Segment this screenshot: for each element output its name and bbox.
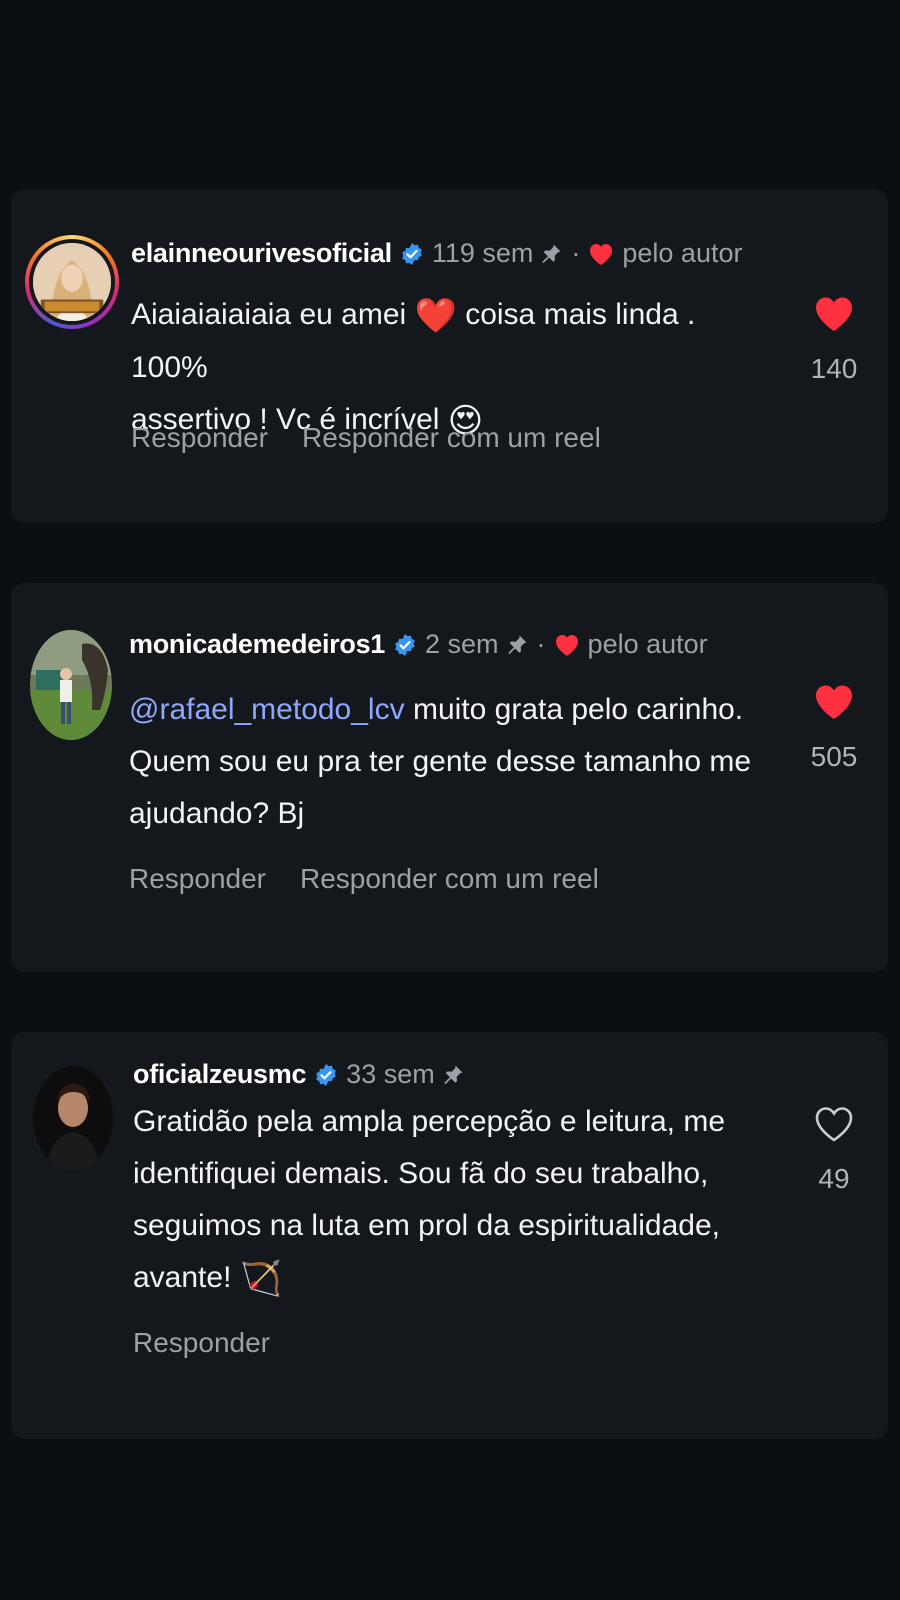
- comment-header: monicademedeiros1 2 sem · pelo autor: [129, 629, 708, 660]
- liked-by-author-label: pelo autor: [587, 629, 708, 659]
- comment-text-line: Aiaiaiaiaiaia eu amei: [131, 298, 407, 331]
- comment-text-line: avante!: [133, 1261, 232, 1294]
- avatar[interactable]: [33, 1066, 113, 1170]
- reply-with-reel-button[interactable]: Responder com um reel: [300, 863, 599, 895]
- comment-text-line: Gratidão pela ampla percepção e leitura,…: [133, 1105, 726, 1138]
- comment-actions: Responder Responder com um reel: [131, 422, 601, 454]
- comment-text: Gratidão pela ampla percepção e leitura,…: [133, 1096, 793, 1305]
- comment-header: oficialzeusmc 33 sem: [133, 1059, 465, 1090]
- like-count: 505: [810, 741, 858, 772]
- like-count: 140: [810, 353, 858, 384]
- comment-text-line: identifiquei demais. Sou fã do seu traba…: [133, 1157, 709, 1190]
- comment-time: 33 sem: [346, 1059, 435, 1089]
- pin-icon: [507, 635, 527, 654]
- username[interactable]: oficialzeusmc: [133, 1059, 306, 1090]
- pin-icon: [542, 244, 561, 263]
- comment-card: oficialzeusmc 33 sem Gratidão pela ampla…: [11, 1032, 888, 1439]
- comment-time: 119 sem: [431, 238, 534, 268]
- username[interactable]: elainneourivesoficial: [131, 238, 392, 269]
- comment-card: monicademedeiros1 2 sem · pelo autor @ra…: [11, 583, 888, 972]
- avatar[interactable]: [30, 630, 112, 740]
- bow-and-arrow-emoji: 🏹: [239, 1260, 283, 1298]
- like-control: 49: [806, 1105, 862, 1195]
- comment-text-line: ajudando? Bj: [129, 797, 305, 830]
- comment-text-line: muito grata pelo carinho.: [412, 693, 744, 726]
- like-control: 140: [806, 295, 862, 385]
- comment-header: elainneourivesoficial 119 sem · pelo aut…: [131, 238, 742, 269]
- separator: ·: [571, 238, 581, 268]
- username[interactable]: monicademedeiros1: [129, 629, 385, 660]
- comment-actions: Responder Responder com um reel: [129, 863, 599, 895]
- separator: ·: [536, 629, 546, 659]
- like-count: 49: [818, 1163, 850, 1194]
- liked-by-author-label: pelo autor: [622, 238, 743, 268]
- comment-actions: Responder: [133, 1327, 270, 1359]
- author-heart-icon: [590, 243, 613, 265]
- comment-text: @rafael_metodo_lcv muito grata pelo cari…: [129, 684, 769, 840]
- avatar[interactable]: [33, 243, 111, 321]
- comment-text-line: Quem sou eu pra ter gente desse tamanho …: [129, 745, 752, 778]
- story-ring[interactable]: [25, 235, 119, 329]
- comment-card: elainneourivesoficial 119 sem · pelo aut…: [11, 189, 888, 523]
- author-heart-icon: [555, 634, 578, 656]
- red-heart-emoji: ❤️: [414, 297, 457, 335]
- comment-time: 2 sem: [425, 629, 499, 659]
- reply-button[interactable]: Responder: [129, 863, 266, 895]
- heart-filled-icon[interactable]: [814, 683, 854, 721]
- heart-filled-icon[interactable]: [814, 295, 854, 333]
- reply-button[interactable]: Responder: [133, 1327, 270, 1359]
- reply-button[interactable]: Responder: [131, 422, 268, 454]
- mention-link[interactable]: @rafael_metodo_lcv: [129, 693, 405, 726]
- reply-with-reel-button[interactable]: Responder com um reel: [302, 422, 601, 454]
- like-control: 505: [806, 683, 862, 773]
- heart-outline-icon[interactable]: [814, 1105, 854, 1143]
- pin-icon: [444, 1065, 463, 1084]
- comment-text-line: seguimos na luta em prol da espiritualid…: [133, 1209, 721, 1242]
- verified-badge-icon: [316, 1063, 336, 1086]
- verified-badge-icon: [402, 242, 422, 265]
- verified-badge-icon: [395, 633, 415, 656]
